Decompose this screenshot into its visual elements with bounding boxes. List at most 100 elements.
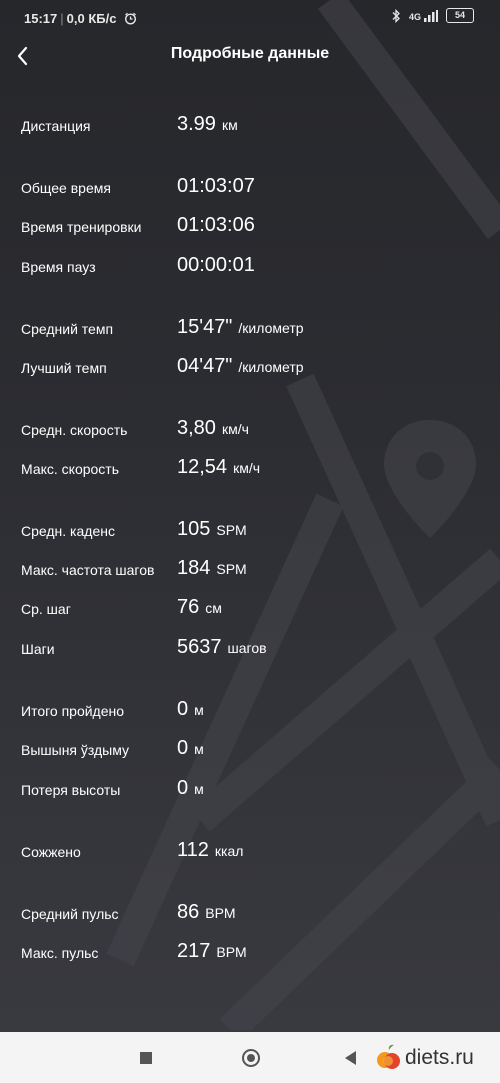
row-best-pace: Лучший темп 04'47" /километр: [0, 353, 500, 383]
signal-bars-icon: [424, 9, 438, 22]
row-elevation-loss: Потеря высоты 0м: [0, 775, 500, 805]
value-unit: /километр: [238, 359, 304, 375]
row-total-time: Общее время 01:03:07: [0, 173, 500, 203]
nav-back-button[interactable]: [345, 1051, 356, 1065]
header: Подробные данные: [0, 36, 500, 76]
row-label: Средний темп: [21, 321, 114, 337]
value-number: 5637: [177, 636, 222, 658]
row-label: Макс. скорость: [21, 461, 120, 477]
watermark-text: diets.ru: [405, 1046, 474, 1069]
row-total-climbed: Итого пройдено 0м: [0, 696, 500, 726]
row-label: Средний пульс: [21, 906, 119, 922]
value-number: 86: [177, 901, 200, 923]
row-label: Общее время: [21, 180, 111, 196]
value-unit: /километр: [238, 320, 304, 336]
bluetooth-icon: [392, 8, 400, 23]
battery-level: 54: [454, 10, 465, 20]
row-distance: Дистанция 3.99 км: [0, 111, 500, 141]
row-label: Вышыня ўздыму: [21, 742, 130, 758]
navigation-bar: diets.ru: [0, 1032, 500, 1083]
row-value: 00:00:01: [177, 254, 261, 277]
row-value: 3,80 км/ч: [177, 417, 249, 440]
row-label: Шаги: [21, 641, 55, 657]
row-label: Дистанция: [21, 118, 91, 134]
row-value: 3.99 км: [177, 113, 238, 136]
row-label: Ср. шаг: [21, 601, 71, 617]
row-value: 184 SPM: [177, 557, 247, 580]
row-avg-stride: Ср. шаг 76 см: [0, 594, 500, 624]
row-avg-pace: Средний темп 15'47" /километр: [0, 314, 500, 344]
value-unit: BPM: [216, 944, 247, 960]
recent-apps-button[interactable]: [140, 1052, 152, 1064]
row-value: 01:03:06: [177, 214, 261, 237]
value-number: 0: [177, 777, 189, 799]
value-unit: SPM: [216, 522, 247, 538]
row-value: 12,54 км/ч: [177, 456, 260, 479]
row-value: 105 SPM: [177, 518, 247, 541]
row-value: 217 BPM: [177, 940, 247, 963]
row-workout-time: Время тренировки 01:03:06: [0, 212, 500, 242]
row-value: 86 BPM: [177, 901, 236, 924]
row-value: 0м: [177, 777, 204, 800]
row-calories: Сожжено 112 ккал: [0, 837, 500, 867]
value-number: 76: [177, 596, 200, 618]
row-label: Время тренировки: [21, 219, 142, 235]
row-value: 112 ккал: [177, 839, 243, 862]
value-unit: км/ч: [221, 421, 249, 437]
map-background: [106, 0, 500, 1030]
value-number: 01:03:06: [177, 214, 255, 236]
row-steps: Шаги 5637 шагов: [0, 634, 500, 664]
page-title: Подробные данные: [170, 45, 330, 62]
value-number: 12,54: [177, 456, 228, 478]
value-number: 184: [177, 557, 211, 579]
row-label: Время пауз: [21, 259, 96, 275]
row-label: Макс. частота шагов: [21, 562, 155, 578]
row-label: Итого пройдено: [21, 703, 125, 719]
row-avg-speed: Средн. скорость 3,80 км/ч: [0, 415, 500, 445]
row-max-heart-rate: Макс. пульс 217 BPM: [0, 938, 500, 968]
status-speed: 0,0 КБ/с: [66, 11, 117, 26]
value-number: 0: [177, 737, 189, 759]
value-number: 105: [177, 518, 211, 540]
row-value: 0м: [177, 698, 204, 721]
value-unit: км/ч: [233, 460, 260, 476]
row-value: 04'47" /километр: [177, 355, 304, 378]
status-time: 15:17: [24, 11, 58, 26]
signal-icon: 4G: [408, 9, 438, 22]
watermark: diets.ru: [376, 1044, 474, 1072]
row-label: Средн. скорость: [21, 422, 128, 438]
value-unit: км: [221, 117, 238, 133]
value-unit: BPM: [205, 905, 236, 921]
row-value: 01:03:07: [177, 175, 261, 198]
network-type: 4G: [408, 11, 421, 22]
value-unit: м: [194, 702, 204, 718]
value-unit: SPM: [216, 561, 247, 577]
status-bar: 15:17 | 0,0 КБ/с 4G 54: [0, 0, 500, 34]
row-label: Лучший темп: [21, 360, 107, 376]
battery-icon: 54: [446, 8, 474, 23]
row-max-cadence: Макс. частота шагов 184 SPM: [0, 555, 500, 585]
peach-logo-icon: [377, 1044, 400, 1069]
value-number: 0: [177, 698, 189, 720]
row-label: Макс. пульс: [21, 945, 99, 961]
value-unit: шагов: [227, 640, 267, 656]
value-number: 3,80: [177, 417, 216, 439]
row-label: Сожжено: [21, 844, 81, 860]
value-number: 04'47": [177, 355, 233, 377]
home-button[interactable]: [242, 1049, 260, 1067]
value-number: 00:00:01: [177, 254, 255, 276]
value-number: 01:03:07: [177, 175, 255, 197]
value-number: 112: [177, 839, 209, 861]
row-pause-time: Время пауз 00:00:01: [0, 252, 500, 282]
value-number: 217: [177, 940, 211, 962]
row-avg-heart-rate: Средний пульс 86 BPM: [0, 899, 500, 929]
row-value: 76 см: [177, 596, 222, 619]
value-number: 3.99: [177, 113, 216, 135]
row-max-speed: Макс. скорость 12,54 км/ч: [0, 454, 500, 484]
value-unit: м: [194, 781, 204, 797]
value-number: 15'47": [177, 316, 233, 338]
value-unit: ккал: [214, 843, 244, 859]
value-unit: м: [194, 741, 204, 757]
row-value: 5637 шагов: [177, 636, 267, 659]
alarm-icon: [125, 12, 137, 25]
